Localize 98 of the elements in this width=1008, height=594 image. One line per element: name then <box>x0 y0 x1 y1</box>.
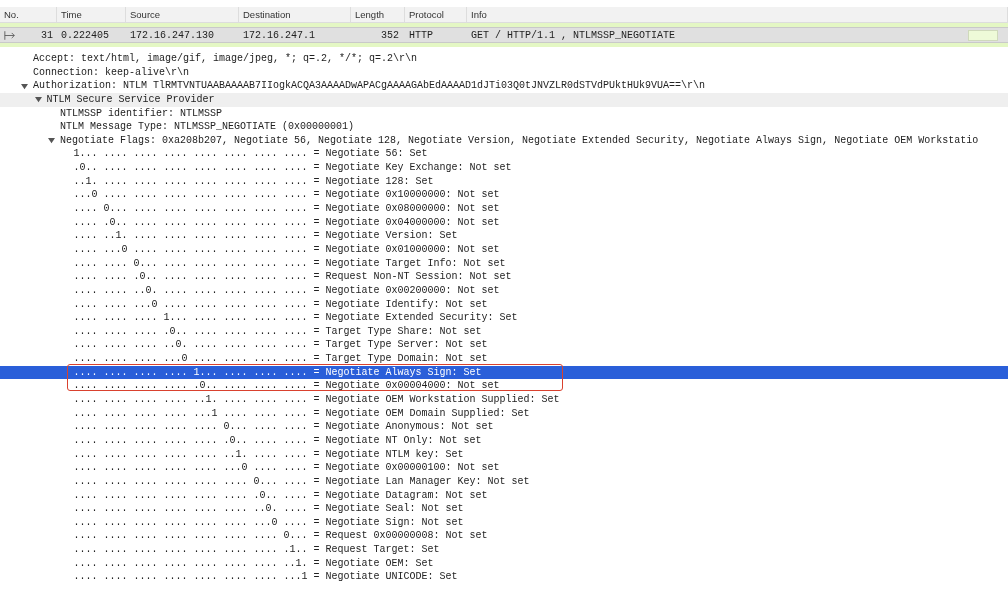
tree-row[interactable]: .... .0.. .... .... .... .... .... .... = Negotiate 0x04000000: Not set <box>0 215 1008 230</box>
tree-row[interactable]: .... .... .... .... .... ..1. .... .... = Negotiate NTLM key: Set <box>0 447 1008 462</box>
field-text: ..1. .... .... .... .... .... .... .... = Negotiate 128: Set <box>73 175 434 187</box>
tree-row[interactable]: .... .... .... .... .... .... .... .1.. = Request Target: Set <box>0 543 1008 557</box>
column-header[interactable]: Destination <box>239 7 351 22</box>
tree-row[interactable]: .... ...0 .... .... .... .... .... .... = Negotiate 0x01000000: Not set <box>0 242 1008 257</box>
field-text: .... .... .... .... .0.. .... .... .... = Negotiate 0x00004000: Not set <box>73 380 500 392</box>
tree-row[interactable]: Accept: text/html, image/gif, image/jpeg, *; q=.2, */*; q=.2\r\n <box>0 52 1008 66</box>
packet-cell-text: HTTP <box>408 29 434 41</box>
field-text: .... .... .... .... .... .... .... 0... = Request 0x00000008: Not set <box>73 530 488 542</box>
tree-row[interactable]: NTLM Secure Service Provider <box>0 92 1008 107</box>
field-text: .... .... .... .... .... .... .0.. .... = Negotiate Datagram: Not set <box>73 489 488 501</box>
tree-row[interactable]: ...0 .... .... .... .... .... .... .... = Negotiate 0x10000000: Not set <box>0 188 1008 203</box>
field-text: .... ...0 .... .... .... .... .... .... = Negotiate 0x01000000: Not set <box>73 243 500 255</box>
tree-row[interactable]: .... .... .... .... .... .... ...0 .... = Negotiate Sign: Not set <box>0 515 1008 530</box>
field-text: .... .... .... ...0 .... .... .... .... = Target Type Domain: Not set <box>73 353 488 365</box>
expanded-triangle-icon[interactable] <box>34 96 42 104</box>
tree-row[interactable]: .... .... .... .... .0.. .... .... .... = Negotiate 0x00004000: Not set <box>0 379 1008 393</box>
field-text: ...0 .... .... .... .... .... .... .... = Negotiate 0x10000000: Not set <box>73 189 500 201</box>
tree-row[interactable]: Connection: keep-alive\r\n <box>0 65 1008 80</box>
tree-row[interactable]: .... .... .... 1... .... .... .... .... = Negotiate Extended Security: Set <box>0 311 1008 325</box>
field-text: .... .... .... .... ..1. .... .... .... = Negotiate OEM Workstation Supplied: Set <box>73 394 560 405</box>
packet-cell-text: GET / HTTP/1.1 , NTLMSSP_NEGOTIATE <box>470 29 676 41</box>
field-text: .... .... .... .... .... .0.. .... .... = Negotiate NT Only: Not set <box>73 434 482 446</box>
expanded-triangle-icon[interactable] <box>48 137 55 145</box>
tree-row[interactable]: .... .... ...0 .... .... .... .... .... = Negotiate Identify: Not set <box>0 297 1008 312</box>
column-header[interactable]: Source <box>126 7 239 22</box>
packet-cell-text: 172.16.247.130 <box>129 29 215 41</box>
tree-row[interactable]: .... .... ..0. .... .... .... .... .... = Negotiate 0x00200000: Not set <box>0 283 1008 298</box>
tree-row[interactable]: .... .... .... .... .... .... .... ..1. = Negotiate OEM: Set <box>0 556 1008 571</box>
minimap-marker <box>968 30 998 41</box>
field-text: .... .0.. .... .... .... .... .... .... = Negotiate 0x04000000: Not set <box>73 216 500 228</box>
column-header[interactable]: No. <box>0 7 57 22</box>
field-text: .... .... .... .... ...1 .... .... .... = Negotiate OEM Domain Supplied: Set <box>73 407 530 419</box>
tree-row[interactable]: .... .... .... .0.. .... .... .... .... = Target Type Share: Not set <box>0 324 1008 339</box>
field-text: .0.. .... .... .... .... .... .... .... = Negotiate Key Exchange: Not set <box>73 162 512 174</box>
field-text: .... .... .... .... .... .... ..0. .... = Negotiate Seal: Not set <box>73 503 464 515</box>
tree-row[interactable]: .... 0... .... .... .... .... .... .... = Negotiate 0x08000000: Not set <box>0 202 1008 216</box>
field-text: Connection: keep-alive\r\n <box>33 66 190 78</box>
tree-row[interactable]: .... .... .... .... .... .... .0.. .... = Negotiate Datagram: Not set <box>0 488 1008 503</box>
column-header[interactable]: Length <box>351 7 405 22</box>
field-text: .... .... .... 1... .... .... .... .... = Negotiate Extended Security: Set <box>73 312 518 324</box>
tree-row[interactable]: Authorization: NTLM TlRMTVNTUAABAAAAB7IIogkACQA3AAAADwAPACgAAAAGAbEdAAAAD1dJTi03Q0tJNVZLR0dSTVdPUktHUk9VUA==\r\n <box>0 79 1008 93</box>
tree-row[interactable]: .... .... .... .... .... .... .... ...1 = Negotiate UNICODE: Set <box>0 570 1008 584</box>
field-text: .... .... 0... .... .... .... .... .... = Negotiate Target Info: Not set <box>73 257 506 269</box>
tree-row[interactable]: .... .... .... ...0 .... .... .... .... = Target Type Domain: Not set <box>0 352 1008 366</box>
field-text: 1... .... .... .... .... .... .... .... = Negotiate 56: Set <box>73 148 428 160</box>
tree-row[interactable]: ..1. .... .... .... .... .... .... .... = Negotiate 128: Set <box>0 174 1008 189</box>
column-header[interactable]: Time <box>57 7 126 22</box>
field-text: Authorization: NTLM TlRMTVNTUAABAAAAB7IIogkACQA3AAAADwAPACgAAAAGAbEdAAAAD1dJTi03Q0tJNVZLR0dSTVdPUktHUk9VUA==\r\n <box>33 80 706 92</box>
field-text: .... 0... .... .... .... .... .... .... = Negotiate 0x08000000: Not set <box>73 203 500 215</box>
tree-row[interactable]: .... .... 0... .... .... .... .... .... = Negotiate Target Info: Not set <box>0 256 1008 271</box>
column-header[interactable]: Info <box>467 7 1008 22</box>
tree-row[interactable]: .... .... .... .... ..1. .... .... .... = Negotiate OEM Workstation Supplied: Set <box>0 393 1008 407</box>
field-text: .... ..1. .... .... .... .... .... .... = Negotiate Version: Set <box>73 230 458 242</box>
packet-row[interactable]: 31 0.222405 172.16.247.130 172.16.247.1 352 HTTP GET / HTTP/1.1 , NTLMSSP_NEGOTIATE <box>0 27 1008 43</box>
tree-row[interactable]: .... .... .... .... .... 0... .... .... = Negotiate Anonymous: Not set <box>0 420 1008 434</box>
packet-cell-text: 31 <box>40 29 54 41</box>
field-text: .... .... .... .... .... ...0 .... .... = Negotiate 0x00000100: Not set <box>73 462 500 474</box>
column-header[interactable]: Protocol <box>405 7 467 22</box>
field-text: NTLM Secure Service Provider <box>46 93 215 105</box>
field-text: .... .... .... .... .... .... .... ..1. = Negotiate OEM: Set <box>73 557 434 569</box>
tree-row[interactable]: .... .... .0.. .... .... .... .... .... = Request Non-NT Session: Not set <box>0 270 1008 284</box>
expanded-triangle-icon[interactable] <box>21 82 28 90</box>
packet-cell-text: 0.222405 <box>60 29 110 41</box>
tree-row[interactable]: .... .... .... .... ...1 .... .... .... = Negotiate OEM Domain Supplied: Set <box>0 406 1008 421</box>
field-text: Accept: text/html, image/gif, image/jpeg, *; q=.2, */*; q=.2\r\n <box>33 53 418 64</box>
field-text: .... .... .... .... .... ..1. .... .... = Negotiate NTLM key: Set <box>73 448 464 460</box>
tree-row[interactable]: NTLM Message Type: NTLMSSP_NEGOTIATE (0x00000001) <box>0 120 1008 134</box>
field-text: .... .... .... .... .... .... .... .1.. = Request Target: Set <box>73 544 440 556</box>
tree-row[interactable]: .... .... .... .... .... .0.. .... .... = Negotiate NT Only: Not set <box>0 433 1008 448</box>
tree-row[interactable]: Negotiate Flags: 0xa208b207, Negotiate 56, Negotiate 128, Negotiate Version, Negotiate Extended Security, Negotiate Always Sign, Negotiate OEM Workstatio <box>0 133 1008 148</box>
tree-row[interactable]: .... .... .... .... .... .... ..0. .... = Negotiate Seal: Not set <box>0 502 1008 516</box>
field-text: .... .... ...0 .... .... .... .... .... = Negotiate Identify: Not set <box>73 298 488 310</box>
field-text: Negotiate Flags: 0xa208b207, Negotiate 56, Negotiate 128, Negotiate Version, Negotiate Extended Security, Negotiate Always Sign, Negotiate OEM Workstatio <box>60 134 979 146</box>
tree-row[interactable]: .... ..1. .... .... .... .... .... .... = Negotiate Version: Set <box>0 229 1008 243</box>
packet-cell-text: 172.16.247.1 <box>242 29 316 41</box>
field-text: .... .... .... .... .... 0... .... .... = Negotiate Anonymous: Not set <box>73 421 494 433</box>
tree-row[interactable]: .0.. .... .... .... .... .... .... .... = Negotiate Key Exchange: Not set <box>0 161 1008 175</box>
field-text: NTLM Message Type: NTLMSSP_NEGOTIATE (0x00000001) <box>60 121 355 133</box>
tree-row[interactable]: .... .... .... ..0. .... .... .... .... = Target Type Server: Not set <box>0 338 1008 353</box>
tree-row[interactable]: 1... .... .... .... .... .... .... .... = Negotiate 56: Set <box>0 147 1008 162</box>
field-text: NTLMSSP identifier: NTLMSSP <box>60 107 223 119</box>
tree-row[interactable]: .... .... .... .... .... .... 0... .... = Negotiate Lan Manager Key: Not set <box>0 474 1008 489</box>
field-text: .... .... .0.. .... .... .... .... .... = Request Non-NT Session: Not set <box>73 271 512 283</box>
field-text: .... .... .... .... .... .... 0... .... = Negotiate Lan Manager Key: Not set <box>73 475 530 487</box>
request-arrow-icon <box>4 30 16 40</box>
tree-row[interactable]: .... .... .... .... 1... .... .... .... = Negotiate Always Sign: Set <box>0 365 1008 380</box>
field-text: .... .... .... .... .... .... ...0 .... = Negotiate Sign: Not set <box>73 516 464 528</box>
field-text: .... .... .... .... 1... .... .... .... = Negotiate Always Sign: Set <box>73 366 482 378</box>
field-text: .... .... .... .0.. .... .... .... .... = Target Type Share: Not set <box>73 325 482 337</box>
tree-row[interactable]: .... .... .... .... .... ...0 .... .... = Negotiate 0x00000100: Not set <box>0 461 1008 475</box>
field-text: .... .... .... ..0. .... .... .... .... = Target Type Server: Not set <box>73 339 488 351</box>
tree-row[interactable]: NTLMSSP identifier: NTLMSSP <box>0 106 1008 121</box>
field-text: .... .... .... .... .... .... .... ...1 = Negotiate UNICODE: Set <box>73 571 458 583</box>
field-text: .... .... ..0. .... .... .... .... .... = Negotiate 0x00200000: Not set <box>73 284 500 296</box>
packet-cell-text: 352 <box>380 29 400 41</box>
tree-row[interactable]: .... .... .... .... .... .... .... 0... = Request 0x00000008: Not set <box>0 529 1008 544</box>
